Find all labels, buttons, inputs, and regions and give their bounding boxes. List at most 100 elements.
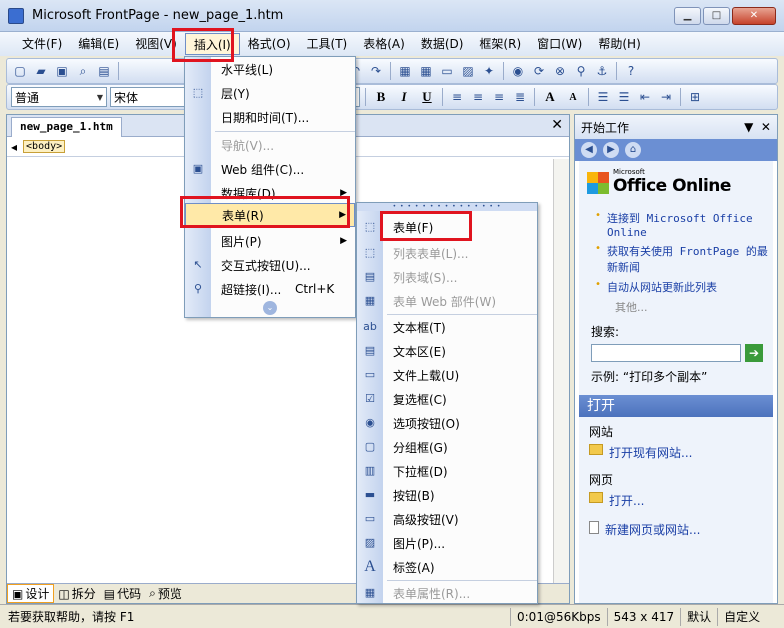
advanced-button-icon: ▭ <box>364 512 376 525</box>
decrease-font-button[interactable]: A <box>563 92 583 103</box>
menu-table[interactable]: 表格(A) <box>355 33 413 55</box>
search-row: ➔ <box>591 344 773 362</box>
form-item-label[interactable]: A 标签(A) <box>357 555 537 579</box>
align-left-icon[interactable]: ≡ <box>448 88 466 106</box>
menu-window[interactable]: 窗口(W) <box>529 33 590 55</box>
increase-indent-icon[interactable]: ⇥ <box>657 88 675 106</box>
open-page-label: 打开... <box>609 494 645 508</box>
tab-split[interactable]: ◫ 拆分 <box>54 585 99 602</box>
link-auto-update[interactable]: • 自动从网站更新此列表 <box>595 279 773 295</box>
form-submenu: • • • • • • • • • • • • • • • ⬚ 表单(F) ⬚ … <box>356 202 538 604</box>
numbered-list-icon[interactable]: ☰ <box>594 88 612 106</box>
tag-back-icon[interactable]: ◂ <box>11 140 17 154</box>
insert-table-icon[interactable]: ▦ <box>417 62 435 80</box>
new-page-icon[interactable]: ▢ <box>11 62 29 80</box>
status-custom[interactable]: 自定义 <box>717 607 766 626</box>
redo-icon[interactable]: ↷ <box>367 62 385 80</box>
form-item-advanced-button-label: 高级按钮(V) <box>393 512 459 527</box>
form-item-textbox-label: 文本框(T) <box>393 320 446 335</box>
menu-frames[interactable]: 框架(R) <box>471 33 529 55</box>
bullet-list-icon[interactable]: ☰ <box>615 88 633 106</box>
form-item-checkbox[interactable]: ☑ 复选框(C) <box>357 387 537 411</box>
decrease-indent-icon[interactable]: ⇤ <box>636 88 654 106</box>
home-icon[interactable]: ⌂ <box>625 142 641 158</box>
status-default[interactable]: 默认 <box>680 607 717 626</box>
search-go-icon[interactable]: ➔ <box>745 344 763 362</box>
forward-icon[interactable]: ▶ <box>603 142 619 158</box>
increase-font-button[interactable]: A <box>540 89 560 105</box>
menu-tools[interactable]: 工具(T) <box>299 33 356 55</box>
italic-button[interactable]: I <box>394 89 414 105</box>
form-item-file-upload-label: 文件上载(U) <box>393 368 460 383</box>
underline-button[interactable]: U <box>417 89 437 105</box>
style-combo[interactable]: 普通 ▼ <box>11 87 107 107</box>
tab-design[interactable]: ▣ 设计 <box>7 584 55 603</box>
tab-preview[interactable]: ⌕ 预览 <box>145 585 186 602</box>
insert-web-component[interactable]: ▣ Web 组件(C)... <box>185 157 355 181</box>
link-more[interactable]: 其他... <box>615 299 773 315</box>
submenu-grip[interactable]: • • • • • • • • • • • • • • • <box>357 203 537 211</box>
form-item-web-part: ▦ 表单 Web 部件(W) <box>357 289 537 313</box>
insert-picture[interactable]: 图片(P) ▶ <box>185 229 355 253</box>
frontpage-app-icon[interactable] <box>8 7 24 24</box>
bold-button[interactable]: B <box>371 89 391 105</box>
drawing-icon[interactable]: ✦ <box>480 62 498 80</box>
tab-code[interactable]: ▤ 代码 <box>100 585 145 602</box>
menu-data[interactable]: 数据(D) <box>413 33 472 55</box>
task-pane-controls[interactable]: ▼ ✕ <box>744 120 771 134</box>
link-office-online[interactable]: • 连接到 Microsoft Office Online <box>595 210 773 239</box>
insert-interactive-button[interactable]: ↖ 交互式按钮(U)... <box>185 253 355 277</box>
form-item-file-upload[interactable]: ▭ 文件上载(U) <box>357 363 537 387</box>
form-item-button[interactable]: ▬ 按钮(B) <box>357 483 537 507</box>
insert-date-time[interactable]: 日期和时间(T)... <box>185 105 355 129</box>
open-folder-icon[interactable]: ▰ <box>32 62 50 80</box>
insert-picture-icon[interactable]: ▨ <box>459 62 477 80</box>
help-icon[interactable]: ? <box>622 62 640 80</box>
save-icon[interactable]: ▣ <box>53 62 71 80</box>
back-icon[interactable]: ◀ <box>581 142 597 158</box>
menu-format[interactable]: 格式(O) <box>240 33 299 55</box>
bookmark-icon[interactable]: ⚓ <box>593 62 611 80</box>
close-document-icon[interactable]: ✕ <box>551 117 563 133</box>
form-item-picture[interactable]: ▨ 图片(P)... <box>357 531 537 555</box>
refresh-icon[interactable]: ⟳ <box>530 62 548 80</box>
form-item-textarea[interactable]: ▤ 文本区(E) <box>357 339 537 363</box>
vertical-scrollbar[interactable] <box>553 159 569 583</box>
insert-component-icon[interactable]: ▦ <box>396 62 414 80</box>
borders-icon[interactable]: ⊞ <box>686 88 704 106</box>
open-website-link[interactable]: 打开现有网站... <box>589 444 773 461</box>
insert-hyperlink[interactable]: ⚲ 超链接(I)... Ctrl+K <box>185 277 355 301</box>
insert-layer-icon[interactable]: ▭ <box>438 62 456 80</box>
stop-icon[interactable]: ⊗ <box>551 62 569 80</box>
close-button[interactable]: ✕ <box>732 7 776 25</box>
menu-edit[interactable]: 编辑(E) <box>70 33 127 55</box>
form-item-group-box[interactable]: ▢ 分组框(G) <box>357 435 537 459</box>
form-item-radio[interactable]: ◉ 选项按钮(O) <box>357 411 537 435</box>
publish-icon[interactable]: ▤ <box>95 62 113 80</box>
insert-layer[interactable]: ⬚ 层(Y) <box>185 81 355 105</box>
align-right-icon[interactable]: ≡ <box>490 88 508 106</box>
form-item-dropdown[interactable]: ▥ 下拉框(D) <box>357 459 537 483</box>
expand-menu-icon[interactable]: ⌄ <box>263 301 277 315</box>
menu-help[interactable]: 帮助(H) <box>590 33 648 55</box>
body-tag-chip[interactable]: <body> <box>23 140 66 153</box>
align-center-icon[interactable]: ≡ <box>469 88 487 106</box>
hyperlink-icon[interactable]: ⚲ <box>572 62 590 80</box>
link-latest-news[interactable]: • 获取有关使用 FrontPage 的最新新闻 <box>595 243 773 275</box>
new-page-link[interactable]: 新建网页或网站... <box>589 521 773 538</box>
highlight-insert-menu <box>172 28 234 62</box>
web-component-icon[interactable]: ◉ <box>509 62 527 80</box>
justify-icon[interactable]: ≣ <box>511 88 529 106</box>
task-pane-body: Microsoft Office Online • 连接到 Microsoft … <box>579 161 773 603</box>
form-item-advanced-button[interactable]: ▭ 高级按钮(V) <box>357 507 537 531</box>
minimize-button[interactable]: ▁ <box>674 7 701 25</box>
search-input[interactable] <box>591 344 741 362</box>
menu-file[interactable]: 文件(F) <box>14 33 70 55</box>
document-tab[interactable]: new_page_1.htm <box>11 117 122 137</box>
new-page-icon <box>589 521 599 534</box>
find-icon[interactable]: ⌕ <box>74 62 92 80</box>
open-page-link[interactable]: 打开... <box>589 492 773 509</box>
form-item-textbox[interactable]: ab 文本框(T) <box>357 315 537 339</box>
form-item-list-form-label: 列表表单(L)... <box>393 246 469 261</box>
maximize-button[interactable]: □ <box>703 7 730 25</box>
